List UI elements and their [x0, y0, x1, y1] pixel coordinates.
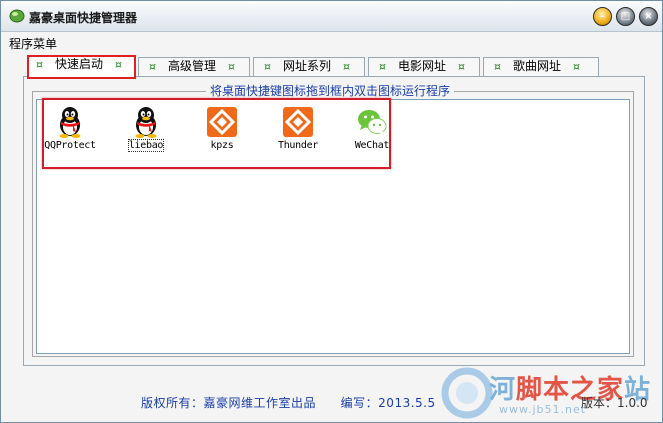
- tab-symbol-icon: ¤: [343, 60, 351, 73]
- tab-symbol-icon: ¤: [115, 58, 123, 71]
- group-title: 将桌面快捷键图标拖到框内双击图标运行程序: [206, 82, 455, 99]
- tab-label: 网址系列: [283, 59, 332, 73]
- menu-item-program[interactable]: 程序菜单: [9, 35, 57, 52]
- tab-symbol-icon: ¤: [379, 60, 386, 73]
- shortcut-label: WeChat: [354, 140, 390, 151]
- shortcut-item-liebao[interactable]: liebao: [113, 100, 179, 160]
- shortcut-item-qqprotect[interactable]: QQProtect: [37, 100, 103, 160]
- watermark-url: www.jb51.net: [499, 403, 587, 416]
- tab-movie-urls[interactable]: ¤ 电影网址 ¤: [368, 57, 480, 76]
- qq-penguin-icon: [135, 107, 157, 138]
- maximize-button[interactable]: □: [616, 7, 635, 26]
- version-text: 版本：1.0.0: [581, 396, 648, 410]
- tab-symbol-icon: ¤: [36, 58, 43, 71]
- close-button[interactable]: ×: [639, 7, 658, 26]
- shortcut-list[interactable]: QQProtect liebao kpzs Thunder WeChat: [36, 99, 630, 354]
- shortcut-item-wechat[interactable]: WeChat: [339, 100, 405, 160]
- tab-label: 歌曲网址: [513, 59, 562, 73]
- tab-symbol-icon: ¤: [494, 60, 501, 73]
- wechat-icon: [358, 110, 387, 135]
- tab-label: 电影网址: [398, 59, 447, 73]
- tab-advanced[interactable]: ¤ 高级管理 ¤: [138, 57, 250, 76]
- minimize-icon: –: [600, 11, 605, 22]
- written-date-text: 编写：2013.5.5: [340, 396, 436, 410]
- tab-symbol-icon: ¤: [149, 60, 156, 73]
- tab-symbol-icon: ¤: [458, 60, 466, 73]
- tab-song-urls[interactable]: ¤ 歌曲网址 ¤: [483, 57, 599, 76]
- footer-info: 版权所有：嘉豪网维工作室出品 编写：2013.5.5: [141, 394, 436, 411]
- app-window: 嘉豪桌面快捷管理器 – □ × 程序菜单 ¤ 快速启动 ¤ ¤ 高级管理 ¤ ¤ 网址系列…: [0, 0, 663, 423]
- tab-label: 快速启动: [55, 57, 104, 71]
- title-bar[interactable]: 嘉豪桌面快捷管理器 – □ ×: [1, 1, 662, 32]
- qq-penguin-icon: [59, 107, 81, 138]
- shortcut-label: QQProtect: [44, 140, 96, 151]
- watermark: 河脚本之家站 www.jb51.net: [441, 363, 662, 422]
- kpzs-icon: [207, 107, 237, 137]
- shortcut-label: kpzs: [210, 140, 234, 151]
- shortcut-label: liebao: [127, 139, 165, 152]
- menu-bar: 程序菜单: [1, 32, 662, 52]
- watermark-logo-icon: [441, 367, 493, 419]
- copyright-text: 版权所有：嘉豪网维工作室出品: [141, 396, 317, 410]
- shortcut-item-kpzs[interactable]: kpzs: [189, 100, 255, 160]
- maximize-icon: □: [620, 11, 631, 22]
- close-icon: ×: [644, 11, 653, 22]
- tab-symbol-icon: ¤: [228, 60, 236, 73]
- shortcut-item-thunder[interactable]: Thunder: [265, 100, 331, 160]
- tab-symbol-icon: ¤: [264, 60, 271, 73]
- app-icon: [9, 9, 25, 23]
- tab-urls[interactable]: ¤ 网址系列 ¤: [253, 57, 365, 76]
- shortcut-label: Thunder: [277, 140, 319, 151]
- tab-quick-launch[interactable]: ¤ 快速启动 ¤: [27, 55, 136, 77]
- thunder-icon: [283, 107, 313, 137]
- tab-symbol-icon: ¤: [573, 60, 581, 73]
- tab-label: 高级管理: [168, 59, 217, 73]
- minimize-button[interactable]: –: [593, 7, 612, 26]
- window-title: 嘉豪桌面快捷管理器: [29, 11, 138, 25]
